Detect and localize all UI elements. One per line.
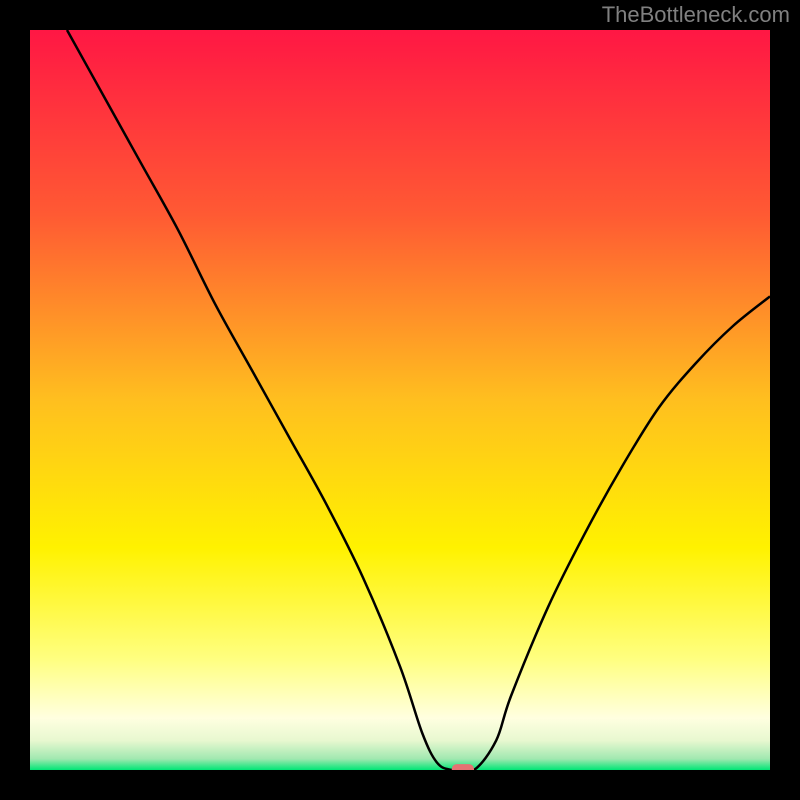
bottleneck-chart xyxy=(30,30,770,770)
chart-background xyxy=(30,30,770,770)
optimal-marker xyxy=(452,764,474,770)
chart-plot-area xyxy=(30,30,770,770)
attribution-label: TheBottleneck.com xyxy=(602,2,790,28)
